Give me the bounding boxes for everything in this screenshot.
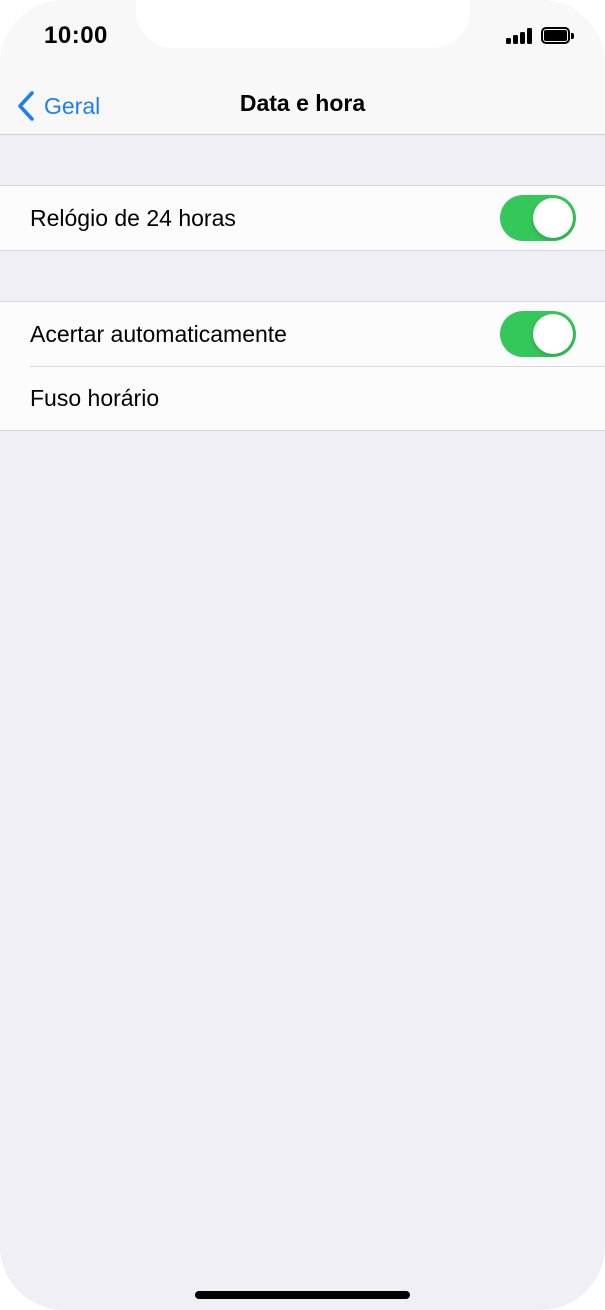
battery-icon xyxy=(541,27,574,44)
cellular-signal-icon xyxy=(506,28,534,44)
notch xyxy=(136,0,470,48)
row-set-automatically: Acertar automaticamente xyxy=(0,302,605,366)
settings-group-clock: Relógio de 24 horas xyxy=(0,185,605,251)
home-indicator[interactable] xyxy=(195,1291,410,1299)
row-24-hour-clock: Relógio de 24 horas xyxy=(0,186,605,250)
toggle-knob xyxy=(533,198,573,238)
phone-screen: 10:00 Geral Data e hora Relógio de 24 ho… xyxy=(0,0,605,1310)
row-time-zone[interactable]: Fuso horário xyxy=(0,366,605,430)
settings-group-time: Acertar automaticamente Fuso horário xyxy=(0,301,605,431)
status-bar: 10:00 xyxy=(0,0,605,78)
row-label: Acertar automaticamente xyxy=(30,320,287,347)
row-label: Relógio de 24 horas xyxy=(30,204,236,231)
navigation-bar: Geral Data e hora xyxy=(0,78,605,135)
toggle-knob xyxy=(533,314,573,354)
status-time: 10:00 xyxy=(44,22,108,49)
24-hour-clock-toggle[interactable] xyxy=(500,195,576,241)
page-title: Data e hora xyxy=(239,90,366,116)
set-automatically-toggle[interactable] xyxy=(500,311,576,357)
row-label: Fuso horário xyxy=(30,384,160,411)
